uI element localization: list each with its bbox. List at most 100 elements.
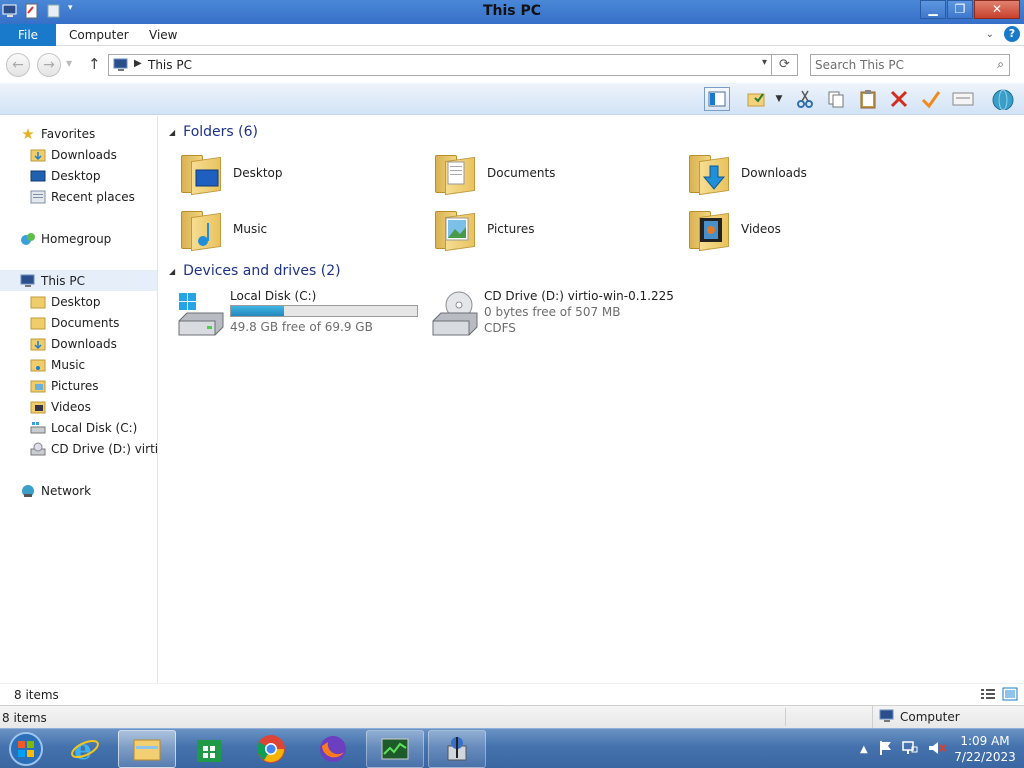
taskbar-task-manager[interactable] <box>366 730 424 768</box>
expand-ribbon-icon[interactable]: ⌄ <box>986 29 994 40</box>
sidebar-item-videos[interactable]: Videos <box>0 396 157 417</box>
sidebar-item-pictures[interactable]: Pictures <box>0 375 157 396</box>
taskbar-chrome[interactable] <box>242 730 300 768</box>
recent-places-icon <box>30 189 46 205</box>
sidebar-item-label: This PC <box>41 273 85 288</box>
music-folder-icon <box>177 205 227 253</box>
forward-button[interactable]: → <box>37 53 61 77</box>
sidebar-item-favorites[interactable]: ★ Favorites <box>0 123 157 144</box>
refresh-button[interactable]: ⟳ <box>772 54 798 76</box>
details-view-icon[interactable] <box>980 687 996 704</box>
network-status-icon[interactable] <box>901 740 918 759</box>
sidebar-item-downloads[interactable]: Downloads <box>0 144 157 165</box>
sidebar-item-music[interactable]: Music <box>0 354 157 375</box>
recent-locations-icon[interactable]: ▼ <box>66 59 72 68</box>
more-options-dropdown[interactable]: ▼ <box>770 87 788 111</box>
sidebar-item-label: Recent places <box>51 189 135 204</box>
new-window-button[interactable] <box>950 87 976 111</box>
sidebar-item-recent-places[interactable]: Recent places <box>0 186 157 207</box>
sidebar-item-label: CD Drive (D:) virtio-win-0.1.225 <box>51 441 157 456</box>
sidebar-item-label: Local Disk (C:) <box>51 420 138 435</box>
tab-view[interactable]: View <box>137 24 189 46</box>
folder-tile-pictures[interactable]: Pictures <box>431 203 671 255</box>
search-input[interactable] <box>815 57 985 73</box>
paste-button[interactable] <box>855 87 881 111</box>
desktop-folder-icon <box>177 149 227 197</box>
folders-group-header[interactable]: ◢ Folders (6) <box>169 124 258 140</box>
sidebar-item-label: Network <box>41 483 92 498</box>
taskbar-file-explorer[interactable] <box>118 730 176 768</box>
taskbar-internet-explorer[interactable]: e <box>56 730 114 768</box>
tab-computer[interactable]: Computer <box>57 24 141 46</box>
title-bar: ▾ This PC ▁ ❐ ✕ <box>0 0 1024 24</box>
folder-tile-music[interactable]: Music <box>177 203 417 255</box>
star-icon: ★ <box>21 124 35 143</box>
tab-file[interactable]: File <box>0 24 56 46</box>
window-title: This PC <box>482 3 542 19</box>
zone-label: Computer <box>900 710 960 724</box>
firefox-icon <box>320 736 346 762</box>
taskbar-firefox[interactable] <box>304 730 362 768</box>
videos-folder-icon <box>30 399 46 415</box>
status-bar: 8 items <box>0 683 1024 705</box>
drive-tile-cd-drive[interactable]: CD Drive (D:) virtio-win-0.1.225 0 bytes… <box>431 289 681 341</box>
collapse-icon[interactable]: ◢ <box>169 267 175 276</box>
window-icon <box>952 92 974 106</box>
preview-pane-button[interactable] <box>704 87 730 111</box>
show-hidden-icons-icon[interactable]: ▲ <box>860 744 868 755</box>
taskbar-settings-app[interactable] <box>428 730 486 768</box>
sidebar-item-label: Documents <box>51 315 120 330</box>
sidebar-item-this-pc[interactable]: This PC <box>0 270 157 291</box>
content-pane: ◢ Folders (6) Desktop Documents Download… <box>159 116 1024 683</box>
network-globe-button[interactable] <box>990 87 1016 111</box>
drives-group-header[interactable]: ◢ Devices and drives (2) <box>169 263 341 279</box>
drive-name: CD Drive (D:) virtio-win-0.1.225 <box>484 289 674 303</box>
folders-header-label: Folders (6) <box>183 124 258 140</box>
clock-date: 7/22/2023 <box>954 750 1016 764</box>
folder-tile-downloads[interactable]: Downloads <box>685 147 925 199</box>
sidebar-item-homegroup[interactable]: Homegroup <box>0 228 157 249</box>
breadcrumb-chevron-icon[interactable]: ▶ <box>134 58 142 69</box>
sidebar-item-label: Homegroup <box>41 231 112 246</box>
navigation-pane: ★ Favorites Downloads Desktop Recent pla… <box>0 116 158 683</box>
address-bar[interactable]: ▶ This PC ▾ <box>108 54 772 76</box>
up-arrow-icon[interactable]: ↑ <box>88 55 101 73</box>
clock[interactable]: 1:09 AM 7/22/2023 <box>952 733 1018 765</box>
windows-orb-icon <box>9 732 43 766</box>
folder-tile-documents[interactable]: Documents <box>431 147 671 199</box>
ribbon-tabs: File Computer View ⌄ ? <box>0 24 1024 46</box>
sidebar-item-desktop[interactable]: Desktop <box>0 165 157 186</box>
action-center-flag-icon[interactable] <box>878 740 892 759</box>
cut-button[interactable] <box>792 87 818 111</box>
chrome-icon <box>257 735 285 763</box>
folder-tile-desktop[interactable]: Desktop <box>177 147 417 199</box>
zone-indicator: Computer <box>872 706 1016 728</box>
sidebar-item-desktop-pc[interactable]: Desktop <box>0 291 157 312</box>
sidebar-item-cd-drive[interactable]: CD Drive (D:) virtio-win-0.1.225 <box>0 438 157 459</box>
delete-button[interactable] <box>886 87 912 111</box>
back-button[interactable]: ← <box>6 53 30 77</box>
large-icons-view-icon[interactable] <box>1002 687 1018 704</box>
folder-tile-videos[interactable]: Videos <box>685 203 925 255</box>
taskbar-store[interactable] <box>180 730 238 768</box>
folder-name: Documents <box>487 166 556 180</box>
drive-tile-local-disk[interactable]: Local Disk (C:) 49.8 GB free of 69.9 GB <box>177 289 427 341</box>
rename-button[interactable] <box>918 87 944 111</box>
sidebar-item-documents[interactable]: Documents <box>0 312 157 333</box>
volume-muted-icon[interactable] <box>928 740 946 759</box>
copy-button[interactable] <box>823 87 849 111</box>
help-icon[interactable]: ? <box>1004 26 1020 42</box>
breadcrumb[interactable]: This PC <box>148 58 192 72</box>
maximize-button[interactable]: ❐ <box>947 0 973 19</box>
sidebar-item-local-disk[interactable]: Local Disk (C:) <box>0 417 157 438</box>
collapse-icon[interactable]: ◢ <box>169 128 175 137</box>
sidebar-item-downloads-pc[interactable]: Downloads <box>0 333 157 354</box>
start-button[interactable] <box>4 729 48 768</box>
search-icon[interactable]: ⌕ <box>997 57 1004 72</box>
properties-button[interactable] <box>744 87 770 111</box>
chevron-down-icon[interactable]: ▾ <box>762 57 767 68</box>
minimize-button[interactable]: ▁ <box>920 0 946 19</box>
sidebar-item-network[interactable]: Network <box>0 480 157 501</box>
pictures-folder-icon <box>30 378 46 394</box>
close-button[interactable]: ✕ <box>974 0 1020 19</box>
